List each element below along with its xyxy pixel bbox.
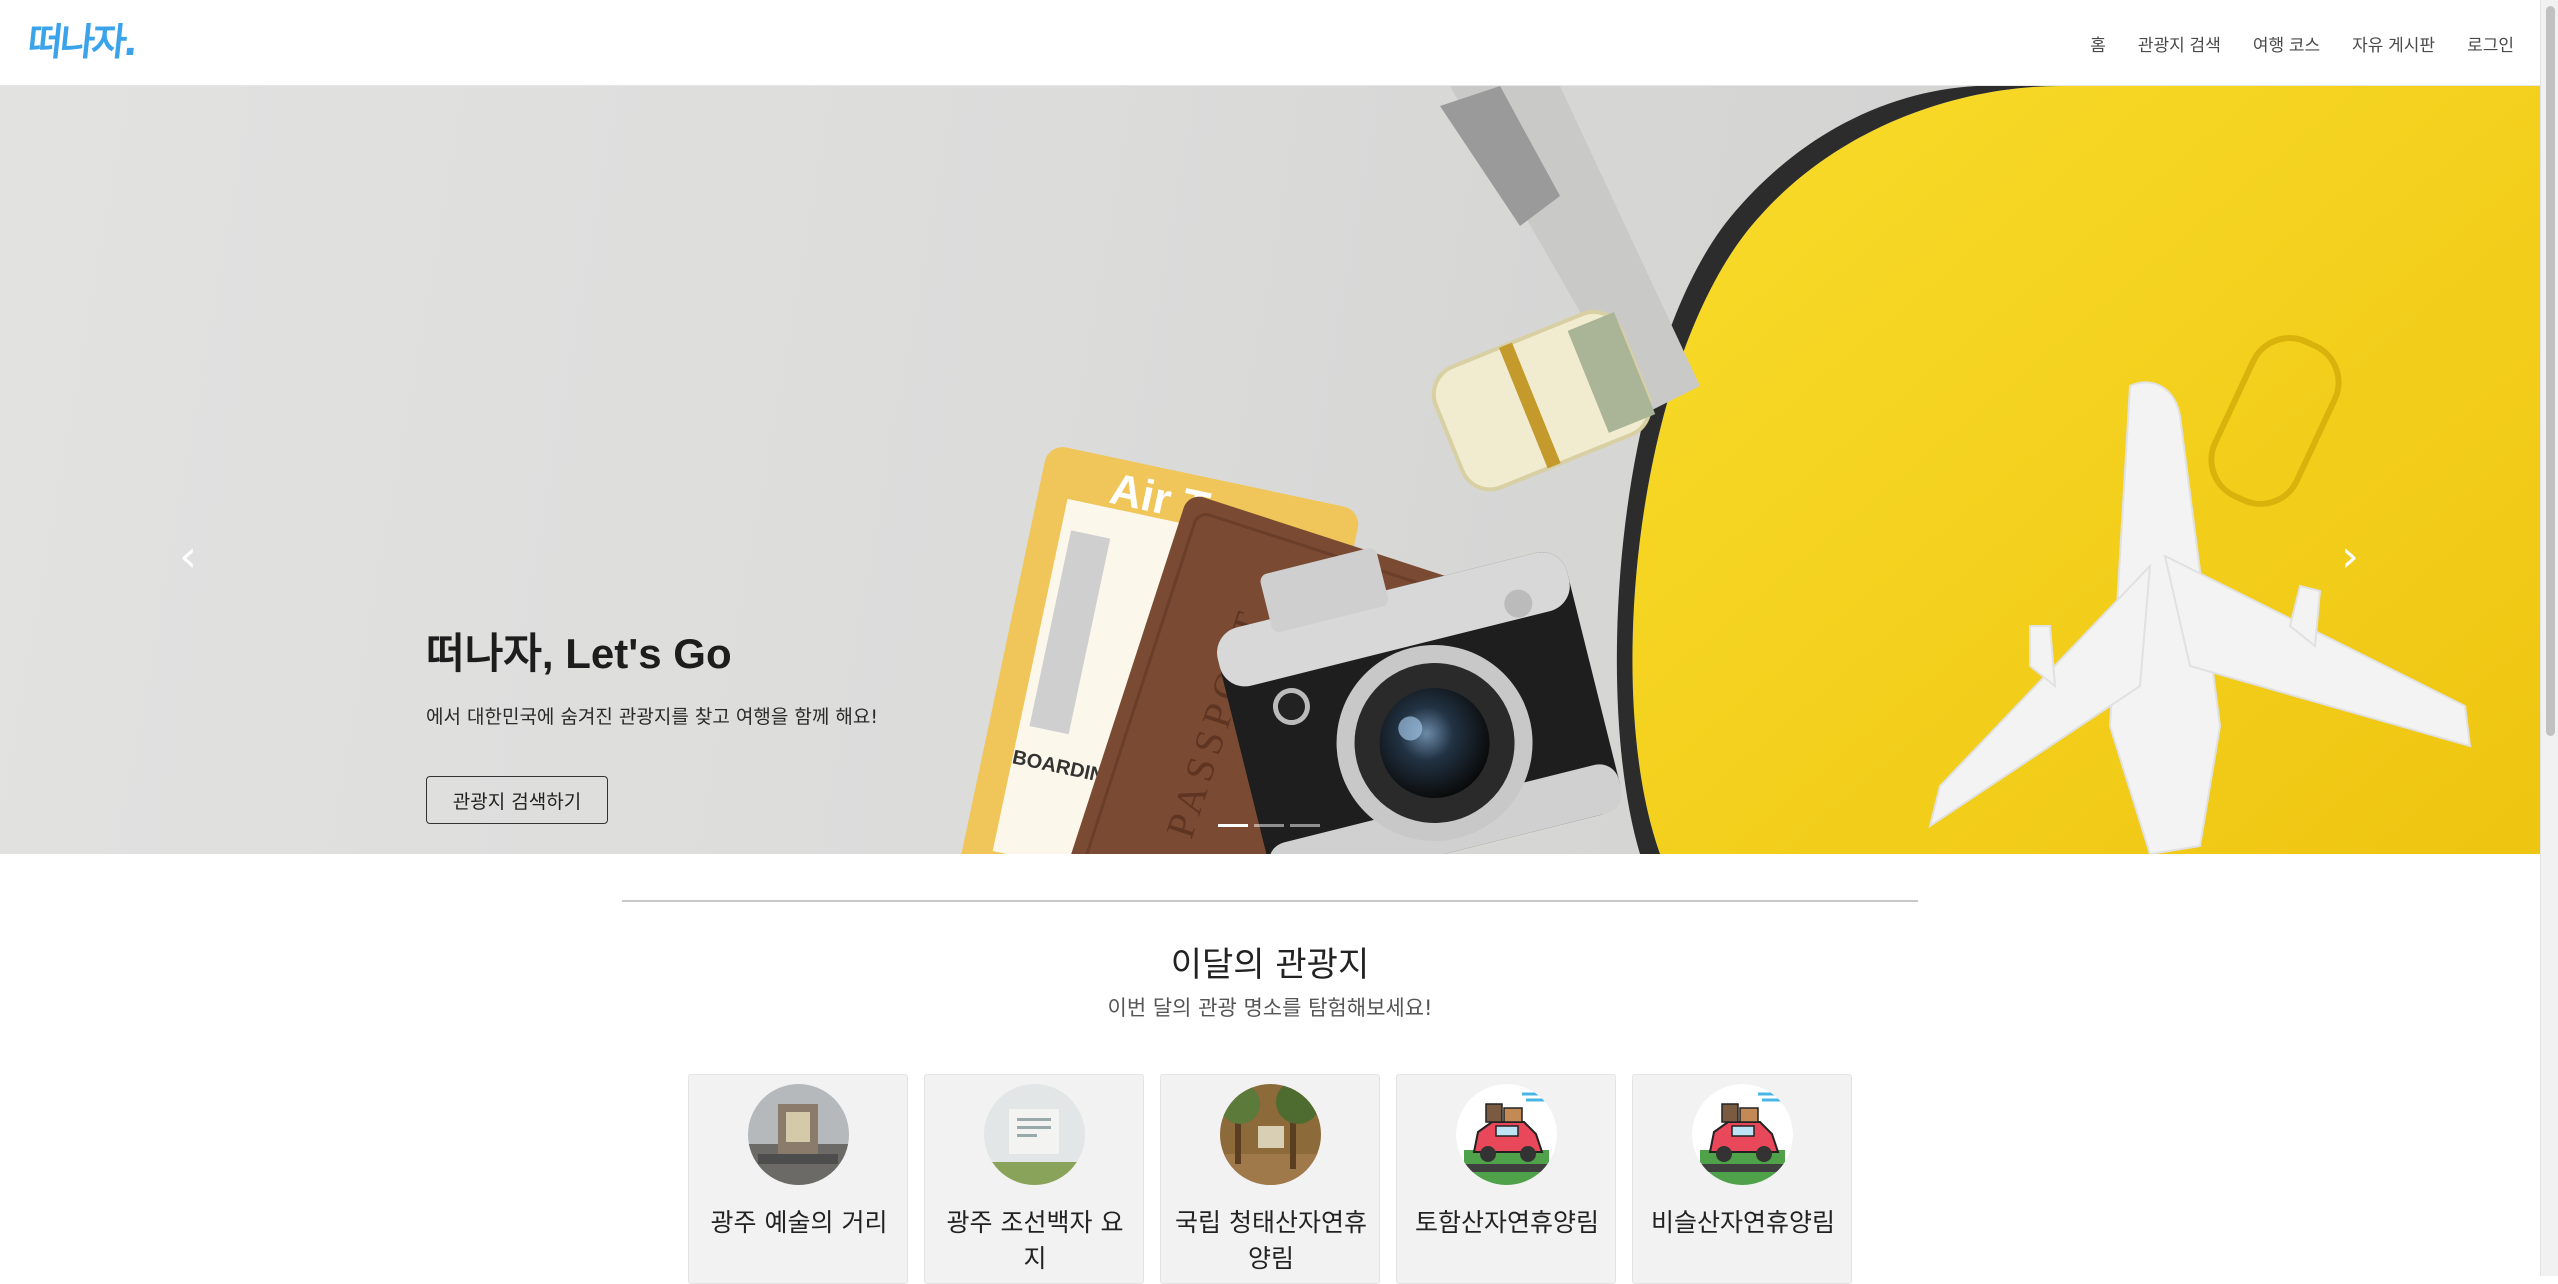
attraction-card[interactable]: 광주 예술의 거리 — [688, 1074, 908, 1284]
car-travel-icon — [1456, 1084, 1557, 1185]
attraction-title: 비슬산자연휴양림 — [1650, 1208, 1835, 1237]
nav-item-search[interactable]: 관광지 검색 — [2138, 31, 2221, 56]
brand-logo[interactable]: 떠나자. — [25, 18, 138, 66]
search-attractions-button[interactable]: 관광지 검색하기 — [426, 776, 608, 824]
attraction-card-list: 광주 예술의 거리 광주 조선백자 요지 국립 청태산자연휴양림 토함산자연휴양… — [688, 1074, 1868, 1284]
attraction-card[interactable]: 국립 청태산자연휴양림 — [1160, 1074, 1380, 1284]
nav-item-home[interactable]: 홈 — [2090, 31, 2106, 56]
nav-item-board[interactable]: 자유 게시판 — [2352, 31, 2435, 56]
chevron-left-icon: ‹ — [179, 530, 197, 582]
nav-item-course[interactable]: 여행 코스 — [2253, 31, 2320, 56]
attraction-card[interactable]: 토함산자연휴양림 — [1396, 1074, 1616, 1284]
carousel-indicator-3[interactable] — [1290, 824, 1320, 827]
attraction-photo — [984, 1084, 1085, 1185]
monthly-section-title: 이달의 관광지 — [1170, 945, 1370, 985]
nav-item-login[interactable]: 로그인 — [2467, 31, 2514, 56]
scrollbar-thumb[interactable] — [2546, 6, 2555, 736]
hero-title: 떠나자, Let's Go — [426, 630, 732, 677]
navbar: 떠나자. 홈 관광지 검색 여행 코스 자유 게시판 로그인 — [0, 0, 2540, 86]
attraction-title: 광주 조선백자 요지 — [946, 1208, 1124, 1273]
brand-name: 떠나자. — [25, 20, 138, 64]
carousel-indicator-2[interactable] — [1254, 824, 1284, 827]
carousel-next-button[interactable]: › — [2330, 526, 2370, 586]
nav-menu: 홈 관광지 검색 여행 코스 자유 게시판 로그인 — [2058, 0, 2514, 86]
attraction-photo — [1220, 1084, 1321, 1185]
car-travel-icon — [1692, 1084, 1793, 1185]
hero-carousel: Air T BOARDING PASSPORT ‹ › 떠나자, Let's G… — [0, 86, 2540, 854]
attraction-title: 광주 예술의 거리 — [710, 1208, 888, 1237]
hero-subtitle: 에서 대한민국에 숨겨진 관광지를 찾고 여행을 함께 해요! — [426, 706, 878, 728]
monthly-section-subtitle: 이번 달의 관광 명소를 탐험해보세요! — [1107, 996, 1433, 1020]
hero-image: Air T BOARDING PASSPORT — [960, 86, 2540, 854]
page-scrollbar[interactable] — [2540, 0, 2558, 1276]
carousel-indicator-1[interactable] — [1218, 824, 1248, 827]
attraction-title: 국립 청태산자연휴양림 — [1175, 1208, 1367, 1273]
carousel-indicators — [1218, 824, 1326, 827]
chevron-right-icon: › — [2341, 530, 2359, 582]
carousel-prev-button[interactable]: ‹ — [168, 526, 208, 586]
section-divider — [622, 900, 1918, 902]
attraction-photo — [748, 1084, 849, 1185]
attraction-card[interactable]: 비슬산자연휴양림 — [1632, 1074, 1852, 1284]
hero-caption: 떠나자, Let's Go 에서 대한민국에 숨겨진 관광지를 찾고 여행을 함… — [426, 624, 1066, 824]
attraction-card[interactable]: 광주 조선백자 요지 — [924, 1074, 1144, 1284]
attraction-title: 토함산자연휴양림 — [1414, 1208, 1599, 1237]
